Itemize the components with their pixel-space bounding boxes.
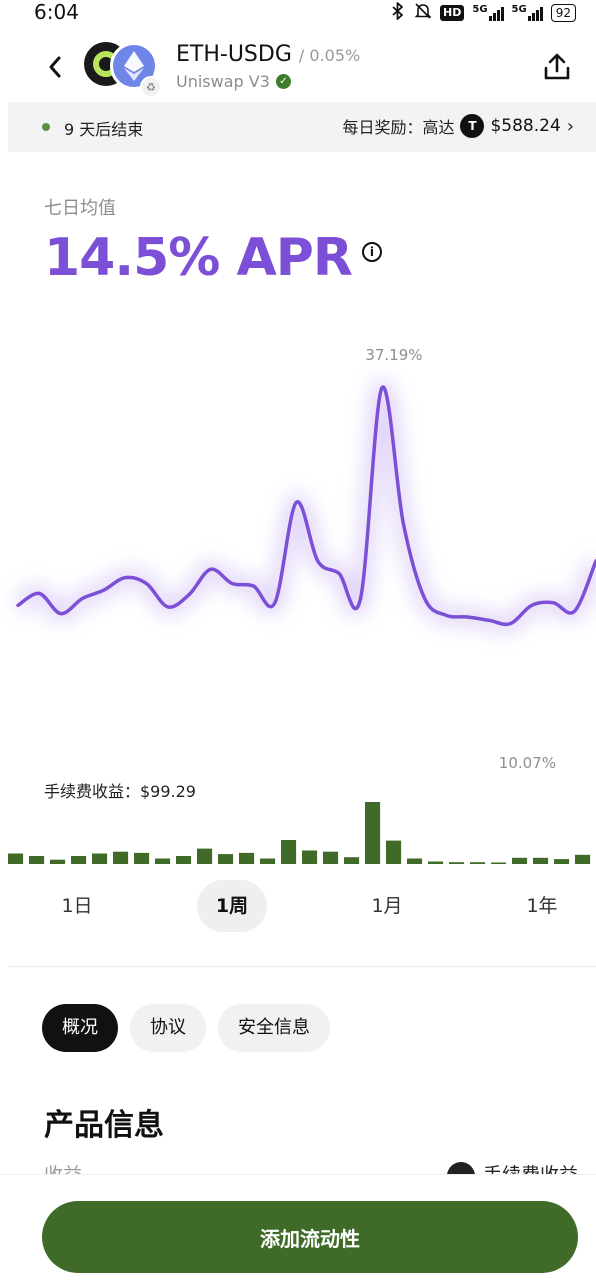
fee-bar <box>323 851 339 864</box>
fee-bar <box>113 851 129 864</box>
fee-bar <box>239 852 255 864</box>
campaign-status: 9 天后结束 <box>64 120 144 139</box>
signal-5g-icon: 5G <box>512 5 543 21</box>
fee-max-label: 10.07% <box>498 754 556 772</box>
status-icons: HD 5G 5G 92 <box>390 2 576 24</box>
fee-bar <box>512 857 528 864</box>
fee-bar <box>365 802 381 864</box>
fee-bar <box>302 850 318 864</box>
fee-bar <box>155 858 171 864</box>
apr-value: 14.5% APR <box>44 228 353 288</box>
reward-token-icon: T <box>460 114 485 138</box>
fee-bar <box>491 862 507 864</box>
chevron-left-icon <box>49 56 61 78</box>
pair-icons: ♻ <box>84 42 164 98</box>
fee-bar <box>554 859 570 864</box>
pair-title: ETH-USDG / 0.05% <box>176 42 360 67</box>
battery-icon: 92 <box>550 4 576 22</box>
fee-bar <box>533 857 549 864</box>
fee-yield-tag: 手续费收益 <box>446 1160 578 1174</box>
apr-peak-label: 37.19% <box>365 346 423 364</box>
fee-bar <box>260 858 276 864</box>
tab-overview[interactable]: 概况 <box>42 1004 118 1052</box>
add-liquidity-button[interactable]: 添加流动性 <box>42 1201 578 1273</box>
mute-bell-icon <box>414 2 432 24</box>
fee-bar <box>218 854 234 864</box>
signal-5g-icon: 5G <box>472 5 504 21</box>
pair-name: ETH-USDG <box>176 42 292 67</box>
header: ♻ ETH-USDG / 0.05% Uniswap V3 ✓ <box>0 38 596 98</box>
fee-bar <box>134 852 150 864</box>
fee-bar <box>428 861 444 864</box>
fee-bar <box>197 848 213 864</box>
share-icon <box>544 53 570 80</box>
protocol: Uniswap V3 ✓ <box>176 72 291 91</box>
back-button[interactable] <box>40 52 70 82</box>
apr-average-label: 七日均值 <box>44 198 116 219</box>
campaign-banner[interactable]: 9 天后结束 每日奖励：高达 T $588.24 › <box>8 102 596 152</box>
fee-icon <box>446 1162 475 1174</box>
reward-label: 每日奖励：高达 <box>342 118 455 137</box>
apr-row: 14.5% APR i <box>44 228 382 288</box>
divider <box>8 966 596 967</box>
range-tabs: 1日 1周 1月 1年 <box>0 880 596 932</box>
status-time: 6:04 <box>34 0 79 24</box>
section-tabs: 概况 协议 安全信息 <box>42 1004 330 1052</box>
fee-bar <box>575 854 591 864</box>
chevron-right-icon: › <box>566 115 574 137</box>
bottom-bar: 添加流动性 <box>0 1174 596 1283</box>
fee-bar <box>449 862 465 864</box>
range-tab-1y[interactable]: 1年 <box>507 880 577 932</box>
apr-line-chart <box>13 379 596 633</box>
fee-bar <box>281 840 297 864</box>
fee-bar <box>386 840 402 864</box>
fee-bar <box>8 853 24 864</box>
info-icon[interactable]: i <box>361 242 382 262</box>
yield-label: 收益 <box>44 1160 82 1174</box>
reward-amount: $588.24 <box>490 116 561 136</box>
status-bar: 6:04 HD 5G 5G 92 <box>0 0 596 26</box>
fee-bar-chart <box>8 802 591 864</box>
product-info-title: 产品信息 <box>44 1108 164 1143</box>
tab-protocol[interactable]: 协议 <box>130 1004 206 1052</box>
fee-bar <box>29 856 45 864</box>
fee-yield-label: 手续费收益 <box>483 1160 578 1174</box>
uniswap-icon: ♻ <box>140 76 162 98</box>
daily-reward[interactable]: 每日奖励：高达 T $588.24 › <box>342 114 574 138</box>
range-tab-1w[interactable]: 1周 <box>197 880 267 932</box>
share-button[interactable] <box>540 50 574 84</box>
fee-bar <box>176 856 192 864</box>
verified-icon: ✓ <box>275 74 291 89</box>
fee-bar <box>50 859 66 864</box>
tab-security[interactable]: 安全信息 <box>218 1004 330 1052</box>
fee-bar <box>71 856 87 864</box>
range-tab-1m[interactable]: 1月 <box>352 880 422 932</box>
hd-icon: HD <box>440 5 465 21</box>
fee-bar <box>407 858 423 864</box>
bluetooth-icon <box>390 2 406 24</box>
protocol-name: Uniswap V3 <box>176 72 270 91</box>
fee-bar <box>470 862 486 864</box>
fee-tier: / 0.05% <box>298 46 361 65</box>
range-tab-1d[interactable]: 1日 <box>42 880 112 932</box>
fee-bar <box>344 857 360 864</box>
fee-bar <box>92 853 108 864</box>
status-dot <box>42 123 50 131</box>
